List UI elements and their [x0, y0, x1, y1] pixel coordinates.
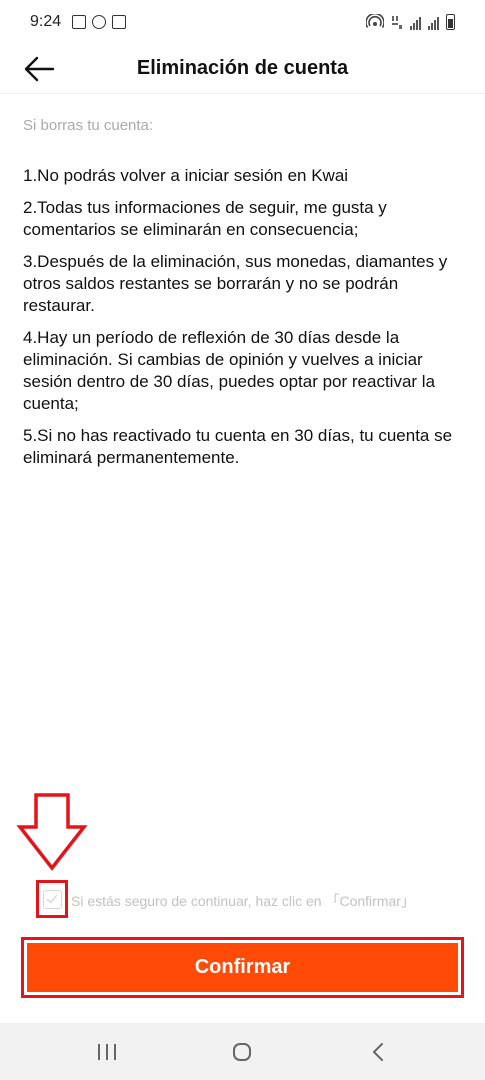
home-icon: [233, 1043, 251, 1061]
status-icons-left: [72, 15, 126, 29]
system-back-button[interactable]: [356, 1037, 400, 1067]
home-button[interactable]: [220, 1037, 264, 1067]
status-bar: 9:24: [0, 0, 485, 46]
navigation-bar: [0, 1023, 485, 1080]
screen: 9:24 Eliminación de cuenta Si borras tu …: [0, 0, 485, 1080]
recents-button[interactable]: [85, 1037, 129, 1067]
rule-item: 2.Todas tus informaciones de seguir, me …: [23, 198, 387, 239]
checkmark-icon: [46, 894, 58, 904]
rule-item: 3.Después de la eliminación, sus monedas…: [23, 252, 448, 315]
signal-icon: [410, 14, 421, 30]
rule-item: 5.Si no has reactivado tu cuenta en 30 d…: [23, 426, 453, 467]
status-time: 9:24: [30, 13, 62, 30]
recents-icon: [98, 1044, 116, 1060]
intro-text: Si borras tu cuenta:: [23, 117, 154, 134]
consent-checkbox[interactable]: [43, 890, 62, 909]
hotspot-icon: [366, 14, 384, 28]
battery-icon: [446, 14, 455, 30]
whatsapp-icon: [92, 15, 106, 29]
annotation-arrow-down-icon: [16, 793, 88, 871]
network-icon: [392, 16, 402, 29]
signal-icon: [428, 14, 439, 30]
app-icon: [112, 15, 126, 29]
page-title: Eliminación de cuenta: [136, 57, 349, 79]
consent-text: Si estás seguro de continuar, haz clic e…: [71, 893, 415, 909]
content: Si borras tu cuenta: 1.No podrás volver …: [23, 116, 463, 479]
image-icon: [72, 15, 86, 29]
header: Eliminación de cuenta: [0, 46, 485, 94]
back-icon: [373, 1043, 383, 1061]
confirm-button[interactable]: Confirmar: [27, 943, 458, 992]
rule-item: 1.No podrás volver a iniciar sesión en K…: [23, 166, 349, 185]
rule-item: 4.Hay un período de reflexión de 30 días…: [23, 328, 436, 413]
status-icons-right: [366, 14, 455, 30]
